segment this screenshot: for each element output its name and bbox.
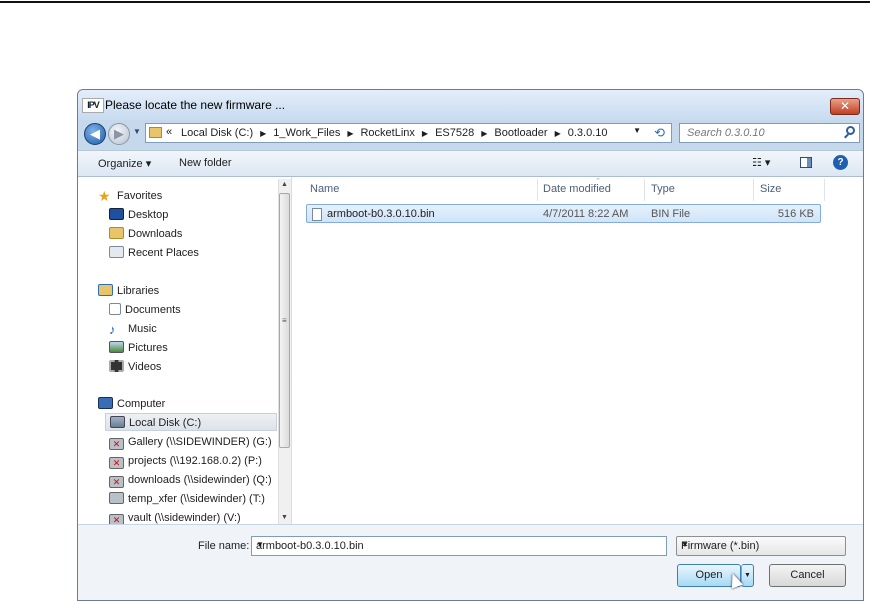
column-divider[interactable] [824,179,825,201]
breadcrumb-item[interactable]: Local Disk (C:) [181,127,258,140]
preview-pane-icon[interactable] [800,157,812,168]
documents-icon [109,303,121,315]
breadcrumb-item[interactable]: 1_Work_Files [273,127,345,140]
file-size: 516 KB [777,208,814,220]
music-icon: ♪ [109,322,116,337]
scrollbar-grip-icon: ≡ [282,316,287,325]
breadcrumb-separator-icon[interactable]: ▶ [420,127,435,140]
breadcrumb-separator-icon[interactable]: ▶ [553,127,568,140]
breadcrumb-item-current[interactable]: 0.3.0.10 [568,127,613,140]
search-input[interactable]: Search 0.3.0.10 [679,123,860,143]
sidebar-item-gallery-drive[interactable]: ✕ Gallery (\\SIDEWINDER) (G:) [109,433,272,451]
search-placeholder: Search 0.3.0.10 [687,127,765,139]
breadcrumb-separator-icon[interactable]: ▶ [345,127,360,140]
videos-icon [109,360,124,372]
column-divider[interactable] [753,179,754,201]
sidebar-item-local-disk-c[interactable]: Local Disk (C:) [105,413,277,431]
sidebar-item-libraries[interactable]: Libraries [98,282,159,300]
sidebar-item-downloads-drive[interactable]: ✕ downloads (\\sidewinder) (Q:) [109,471,272,489]
breadcrumb-item[interactable]: ES7528 [435,127,479,140]
path-overflow-chevron[interactable]: « [166,126,172,138]
breadcrumb-separator-icon[interactable]: ▶ [479,127,494,140]
sidebar-item-temp-xfer-drive[interactable]: temp_xfer (\\sidewinder) (T:) [109,490,265,508]
app-logo-icon: IPV [82,98,104,113]
sidebar-item-recent-places[interactable]: Recent Places [109,244,199,262]
sidebar-item-computer[interactable]: Computer [98,395,165,413]
file-icon [312,208,322,221]
column-divider[interactable] [644,179,645,201]
file-list: Name ⌃ Date modified Type Size armboot-b… [292,177,863,524]
sidebar-item-pictures[interactable]: Pictures [109,339,168,357]
forward-button[interactable]: ▶ [108,123,130,145]
chevron-down-icon[interactable]: ▼ [681,540,840,549]
back-button[interactable]: ◀ [84,123,106,145]
file-name-label: File name: [198,540,250,552]
sidebar-item-documents[interactable]: Documents [109,301,181,319]
file-type-filter-select[interactable]: Firmware (*.bin) ▼ [676,536,846,556]
file-row[interactable]: armboot-b0.3.0.10.bin 4/7/2011 8:22 AM B… [306,204,821,223]
file-name: armboot-b0.3.0.10.bin [327,208,435,220]
address-bar[interactable]: « Local Disk (C:) ▶ 1_Work_Files ▶ Rocke… [145,123,672,143]
help-icon[interactable]: ? [833,155,848,170]
sidebar-item-music[interactable]: ♪ Music [109,320,157,338]
organize-button[interactable]: Organize ▾ [98,157,151,170]
breadcrumb-separator-icon[interactable]: ▶ [258,127,273,140]
computer-icon [98,397,113,409]
column-header-size[interactable]: Size [760,183,781,195]
cancel-button[interactable]: Cancel [769,564,846,587]
column-header-name[interactable]: Name [310,183,339,195]
breadcrumb-item[interactable]: Bootloader [494,127,552,140]
document-top-rule [0,1,870,3]
sidebar-item-videos[interactable]: Videos [109,358,161,376]
change-view-icon[interactable]: ☷ ▾ [752,156,770,169]
address-history-dropdown-icon[interactable]: ▼ [633,126,641,135]
new-folder-button[interactable]: New folder [179,157,232,169]
recent-places-icon [109,246,124,258]
dialog-footer: File name: armboot-b0.3.0.10.bin ▼ Firmw… [78,524,863,600]
sidebar-item-downloads[interactable]: Downloads [109,225,182,243]
file-type: BIN File [651,208,691,220]
breadcrumb-item[interactable]: RocketLinx [360,127,419,140]
column-divider[interactable] [537,179,538,201]
star-icon: ★ [98,188,111,204]
scroll-down-arrow-icon[interactable]: ▼ [281,514,288,521]
scroll-up-arrow-icon[interactable]: ▲ [281,181,288,188]
disconnected-network-drive-icon: ✕ [109,476,124,488]
recent-locations-dropdown-icon[interactable]: ▼ [133,127,141,136]
folder-icon [149,127,162,138]
pictures-icon [109,341,124,353]
libraries-icon [98,284,113,296]
navigation-pane: ★ Favorites Desktop Downloads Recent Plac… [78,177,292,526]
file-date: 4/7/2011 8:22 AM [543,208,629,220]
disconnected-network-drive-icon: ✕ [109,457,124,469]
disconnected-network-drive-icon: ✕ [109,438,124,450]
search-icon[interactable] [846,126,855,135]
sidebar-item-desktop[interactable]: Desktop [109,206,168,224]
desktop-icon [109,208,124,220]
sidebar-item-projects-drive[interactable]: ✕ projects (\\192.168.0.2) (P:) [109,452,262,470]
open-file-dialog: IPV Please locate the new firmware ... ✕… [77,89,864,601]
refresh-icon[interactable]: ⟲ [654,125,665,141]
column-header-date-modified[interactable]: Date modified [543,183,611,195]
column-header-type[interactable]: Type [651,183,675,195]
window-title: Please locate the new firmware ... [105,98,286,112]
downloads-folder-icon [109,227,124,239]
breadcrumb: Local Disk (C:) ▶ 1_Work_Files ▶ RocketL… [181,127,613,140]
command-bar: Organize ▾ New folder ☷ ▾ ? [78,150,863,177]
file-name-field[interactable]: armboot-b0.3.0.10.bin ▼ [251,536,667,556]
title-bar[interactable]: IPV Please locate the new firmware ... ✕ [78,90,863,120]
local-disk-icon [110,416,125,428]
chevron-down-icon[interactable]: ▼ [256,540,660,549]
close-button[interactable]: ✕ [830,98,860,115]
sidebar-item-favorites[interactable]: ★ Favorites [98,187,162,205]
network-drive-icon [109,492,124,504]
